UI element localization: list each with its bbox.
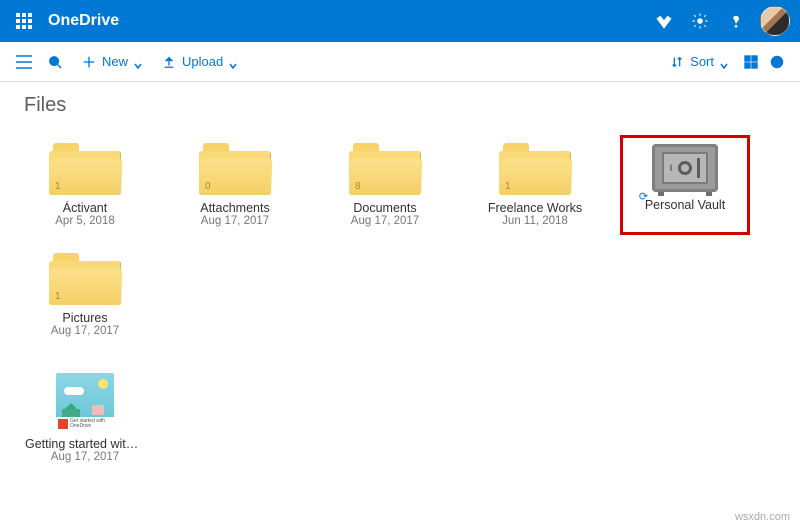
- sync-badge-icon: ⟳: [639, 190, 648, 203]
- page-title: Files: [24, 94, 780, 117]
- item-name: Personal Vault: [645, 198, 725, 212]
- sort-label: Sort: [690, 54, 714, 69]
- item-date: Aug 17, 2017: [51, 451, 119, 463]
- item-date: Apr 5, 2018: [55, 215, 114, 227]
- folder-count: 1: [505, 181, 511, 192]
- folder-item[interactable]: 1 Freelance Works Jun 11, 2018: [470, 135, 600, 235]
- app-header: OneDrive: [0, 0, 800, 42]
- item-date: Aug 17, 2017: [351, 215, 419, 227]
- item-name: Áctivant: [63, 201, 107, 215]
- item-name: Attachments: [200, 201, 269, 215]
- item-date: Aug 17, 2017: [51, 325, 119, 337]
- chevron-down-icon: [229, 58, 237, 66]
- personal-vault-item[interactable]: I ⟳ Personal Vault: [620, 135, 750, 235]
- folder-count: 1: [55, 181, 61, 192]
- item-date: Aug 17, 2017: [201, 215, 269, 227]
- new-label: New: [102, 54, 128, 69]
- app-launcher-icon[interactable]: [10, 7, 38, 35]
- chevron-down-icon: [720, 58, 728, 66]
- nav-toggle-icon[interactable]: [10, 55, 38, 69]
- vault-icon: I: [652, 144, 718, 192]
- new-button[interactable]: New: [72, 46, 152, 78]
- brand-title: OneDrive: [48, 12, 119, 30]
- folder-item[interactable]: 1 Áctivant Apr 5, 2018: [20, 135, 150, 235]
- chevron-down-icon: [134, 58, 142, 66]
- file-thumbnail-icon: Get started withOneDrive: [56, 373, 114, 431]
- tiles-icon: [744, 55, 758, 69]
- item-name: Freelance Works: [488, 201, 582, 215]
- view-tiles-button[interactable]: [738, 46, 764, 78]
- item-name: Documents: [353, 201, 416, 215]
- folder-item[interactable]: 1 Pictures Aug 17, 2017: [20, 245, 150, 345]
- folder-icon: 1: [49, 143, 121, 195]
- folder-item[interactable]: 8 Documents Aug 17, 2017: [320, 135, 450, 235]
- content-area: Files 1 Áctivant Apr 5, 2018 0 Attachmen…: [0, 82, 800, 529]
- sort-button[interactable]: Sort: [660, 46, 738, 78]
- help-icon[interactable]: [718, 3, 754, 39]
- file-item[interactable]: Get started withOneDrive Getting started…: [20, 365, 150, 471]
- info-button[interactable]: [764, 46, 790, 78]
- plus-icon: [82, 55, 96, 69]
- item-name: Pictures: [62, 311, 107, 325]
- command-bar: New Upload Sort: [0, 42, 800, 82]
- folder-icon: 1: [499, 143, 571, 195]
- folder-icon: 1: [49, 253, 121, 305]
- folder-count: 8: [355, 181, 361, 192]
- folder-icon: 8: [349, 143, 421, 195]
- upload-icon: [162, 55, 176, 69]
- item-name: Getting started with OneD…: [25, 437, 145, 451]
- upload-label: Upload: [182, 54, 223, 69]
- avatar[interactable]: [760, 6, 790, 36]
- items-grid: 1 Áctivant Apr 5, 2018 0 Attachments Aug…: [20, 135, 780, 471]
- watermark: wsxdn.com: [735, 511, 790, 523]
- item-date: Jun 11, 2018: [502, 215, 568, 227]
- premium-icon[interactable]: [646, 3, 682, 39]
- folder-icon: 0: [199, 143, 271, 195]
- settings-icon[interactable]: [682, 3, 718, 39]
- search-icon: [48, 55, 62, 69]
- sort-icon: [670, 55, 684, 69]
- info-icon: [770, 55, 784, 69]
- folder-item[interactable]: 0 Attachments Aug 17, 2017: [170, 135, 300, 235]
- search-button[interactable]: [38, 46, 72, 78]
- upload-button[interactable]: Upload: [152, 46, 247, 78]
- folder-count: 0: [205, 181, 211, 192]
- folder-count: 1: [55, 291, 61, 302]
